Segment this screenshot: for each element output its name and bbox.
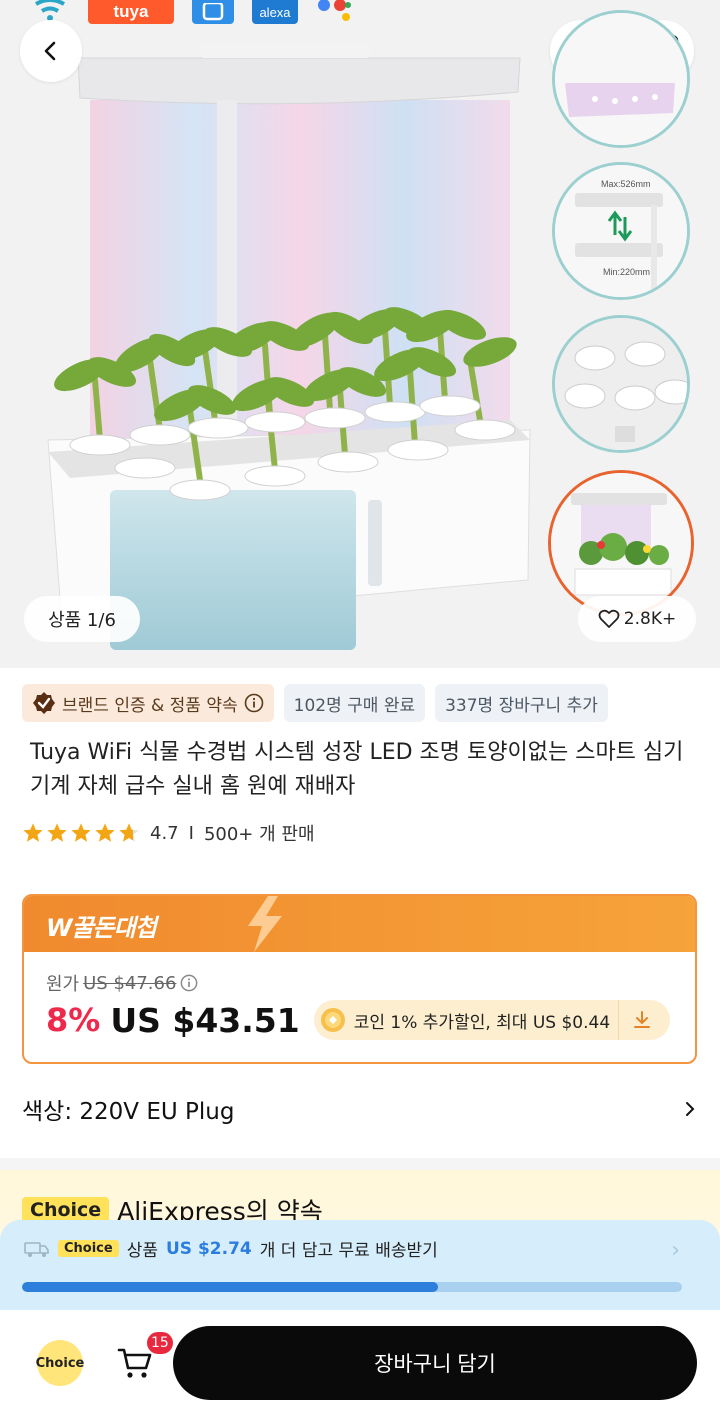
info-icon[interactable]	[180, 974, 198, 992]
bottom-action-bar: Choice 15 장바구니 담기	[0, 1310, 720, 1419]
chevron-right-icon: ›	[671, 1238, 680, 1263]
section-divider	[0, 1158, 720, 1170]
shipping-prefix: 상품	[126, 1241, 158, 1261]
original-price-row: 원가 US $47.66	[46, 970, 198, 996]
download-icon	[633, 1011, 650, 1028]
sold-count: 500+ 개 판매	[203, 824, 315, 845]
product-title: Tuya WiFi 식물 수경법 시스템 성장 LED 조명 토양이없는 스마트…	[30, 740, 684, 799]
color-selector[interactable]: 색상: 220V EU Plug	[22, 1092, 698, 1126]
max-height-label: Max:526mm	[601, 179, 651, 189]
shipping-progress-bar	[22, 1282, 682, 1292]
star-icon	[71, 823, 91, 842]
brand-badge-label: 브랜드 인증 & 정품 약속	[62, 695, 238, 716]
chevron-right-icon	[686, 1102, 695, 1116]
badge-row: 브랜드 인증 & 정품 약속 102명 구매 완료 337명 장바구니 추가	[22, 684, 608, 722]
color-label: 색상: 220V EU Plug	[22, 1099, 235, 1125]
back-button[interactable]	[20, 20, 82, 82]
star-icon	[119, 823, 139, 842]
smart-app-icon	[192, 0, 234, 24]
star-icon	[95, 823, 115, 842]
original-price-label: 원가	[46, 974, 80, 995]
add-to-cart-button[interactable]: 장바구니 담기	[173, 1326, 697, 1400]
info-icon	[244, 693, 263, 713]
choice-button[interactable]: Choice	[36, 1340, 84, 1386]
product-image-gallery[interactable]: tuya alexa Max:526mm Min:220mm 상품 1/6 2.…	[0, 0, 720, 668]
free-shipping-text-row: Choice 상품 US $2.74 개 더 담고 무료 배송받기	[24, 1236, 438, 1261]
choice-mini-tag: Choice	[58, 1240, 119, 1257]
min-height-label: Min:220mm	[603, 267, 650, 277]
truck-icon	[24, 1241, 49, 1257]
verified-icon	[33, 692, 55, 714]
cart-count-badge: 15	[145, 1330, 175, 1356]
tuya-logo: tuya	[88, 0, 174, 24]
original-price: US $47.66	[83, 972, 177, 994]
free-shipping-banner[interactable]: Choice 상품 US $2.74 개 더 담고 무료 배송받기 ›	[0, 1220, 720, 1310]
coin-discount-chip[interactable]: 코인 1% 추가할인, 최대 US $0.44	[313, 1000, 671, 1040]
google-assistant-icon	[316, 0, 356, 24]
coin-discount-text: 코인 1% 추가할인, 최대 US $0.44	[353, 1012, 611, 1033]
price-row: 8% US $43.51 코인 1% 추가할인, 최대 US $0.44	[46, 1000, 671, 1040]
chevron-left-icon	[44, 41, 56, 61]
heart-icon	[598, 609, 620, 628]
cart-added-badge: 337명 장바구니 추가	[435, 684, 608, 722]
shipping-progress-fill	[22, 1282, 438, 1292]
rating-value: 4.7	[150, 822, 179, 844]
deal-label: W꿀돈대첩	[46, 914, 157, 942]
brand-certified-badge[interactable]: 브랜드 인증 & 정품 약속	[22, 684, 274, 722]
shipping-suffix: 개 더 담고 무료 배송받기	[259, 1241, 438, 1261]
current-price: US $43.51	[110, 1000, 300, 1040]
star-icon	[47, 823, 67, 842]
purchased-count-badge: 102명 구매 완료	[283, 684, 426, 722]
star-icon	[23, 823, 43, 842]
integration-logos: tuya alexa	[30, 0, 356, 26]
download-coupon-button[interactable]	[618, 1000, 664, 1040]
rating-separator: I	[188, 822, 194, 844]
image-counter: 상품 1/6	[24, 596, 140, 642]
rating-row[interactable]: 4.7 I 500+ 개 판매	[22, 820, 315, 846]
deal-header: W꿀돈대첩	[24, 896, 695, 952]
price-card: W꿀돈대첩 원가 US $47.66 8% US $43.51 코인 1% 추가…	[22, 894, 697, 1064]
thumbnail-2[interactable]: Max:526mm Min:220mm	[552, 162, 690, 300]
alexa-logo: alexa	[252, 0, 298, 24]
thumbnail-3[interactable]	[552, 315, 690, 453]
thumbnail-1[interactable]	[552, 10, 690, 148]
wifi-icon	[30, 0, 70, 22]
lightning-icon	[248, 896, 282, 952]
favorite-button[interactable]: 2.8K+	[578, 596, 696, 642]
thumbnail-4-selected[interactable]	[548, 470, 694, 616]
coin-icon	[320, 1008, 345, 1032]
favorite-count: 2.8K+	[623, 609, 677, 629]
rating-stars	[22, 822, 140, 844]
discount-percent: 8%	[46, 1001, 101, 1039]
shipping-amount: US $2.74	[166, 1238, 252, 1259]
